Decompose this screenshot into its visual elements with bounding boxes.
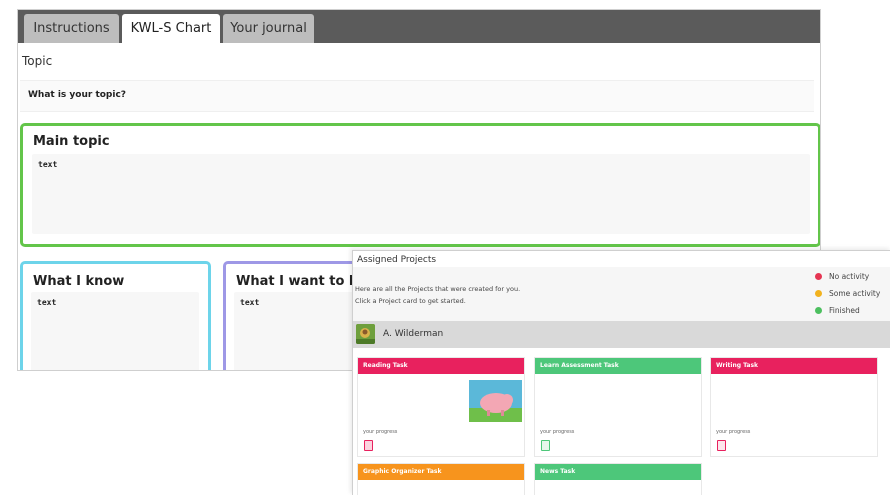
reading-task-thumbnail <box>469 380 522 422</box>
legend-label: Some activity <box>829 289 881 298</box>
legend-label: No activity <box>829 272 870 281</box>
topic-label: Topic <box>22 54 53 68</box>
project-card-reading-task[interactable]: Reading Task your progress <box>357 357 525 457</box>
assigned-projects-title: Assigned Projects <box>357 255 437 265</box>
avatar <box>356 324 375 344</box>
task-title: News Task <box>535 464 701 480</box>
document-icon <box>541 440 550 451</box>
task-title: Learn Assessment Task <box>535 358 701 374</box>
progress-label: your progress <box>540 429 575 435</box>
main-topic-input[interactable]: text <box>32 154 810 234</box>
user-bar: A. Wilderman <box>353 321 890 348</box>
tab-bar: Instructions KWL-S Chart Your journal <box>18 10 820 44</box>
project-card-writing-task[interactable]: Writing Task your progress <box>710 357 878 457</box>
what-i-know-card: What I know text <box>20 261 211 370</box>
what-i-know-title: What I know <box>33 274 125 289</box>
task-title: Graphic Organizer Task <box>358 464 524 480</box>
task-title: Reading Task <box>358 358 524 374</box>
tab-instructions[interactable]: Instructions <box>24 14 119 43</box>
what-i-want-to-know-text: text <box>240 298 260 307</box>
main-topic-title: Main topic <box>33 134 110 149</box>
task-title: Writing Task <box>711 358 877 374</box>
project-card-graphic-organizer-task[interactable]: Graphic Organizer Task <box>357 463 525 495</box>
topic-field[interactable]: What is your topic? <box>20 80 814 112</box>
no-activity-dot-icon <box>815 273 822 280</box>
document-icon <box>717 440 726 451</box>
project-card-news-task[interactable]: News Task <box>534 463 702 495</box>
finished-dot-icon <box>815 307 822 314</box>
progress-label: your progress <box>363 429 398 435</box>
legend-label: Finished <box>829 306 860 315</box>
some-activity-dot-icon <box>815 290 822 297</box>
projects-header: Here are all the Projects that were crea… <box>353 267 890 321</box>
what-i-know-text: text <box>37 298 57 307</box>
document-icon <box>364 440 373 451</box>
tab-kwl-s-chart[interactable]: KWL-S Chart <box>122 14 220 44</box>
what-i-know-input[interactable]: text <box>31 292 199 370</box>
tab-your-journal[interactable]: Your journal <box>223 14 314 43</box>
project-card-learn-assessment-task[interactable]: Learn Assessment Task your progress <box>534 357 702 457</box>
user-name: A. Wilderman <box>383 329 444 339</box>
topic-question: What is your topic? <box>28 90 127 100</box>
progress-label: your progress <box>716 429 751 435</box>
main-topic-card: Main topic text <box>20 123 820 247</box>
projects-description-line1: Here are all the Projects that were crea… <box>355 285 521 293</box>
assigned-projects-window: Assigned Projects Here are all the Proje… <box>352 250 890 495</box>
projects-description-line2: Click a Project card to get started. <box>355 297 466 305</box>
main-topic-text: text <box>38 160 58 169</box>
